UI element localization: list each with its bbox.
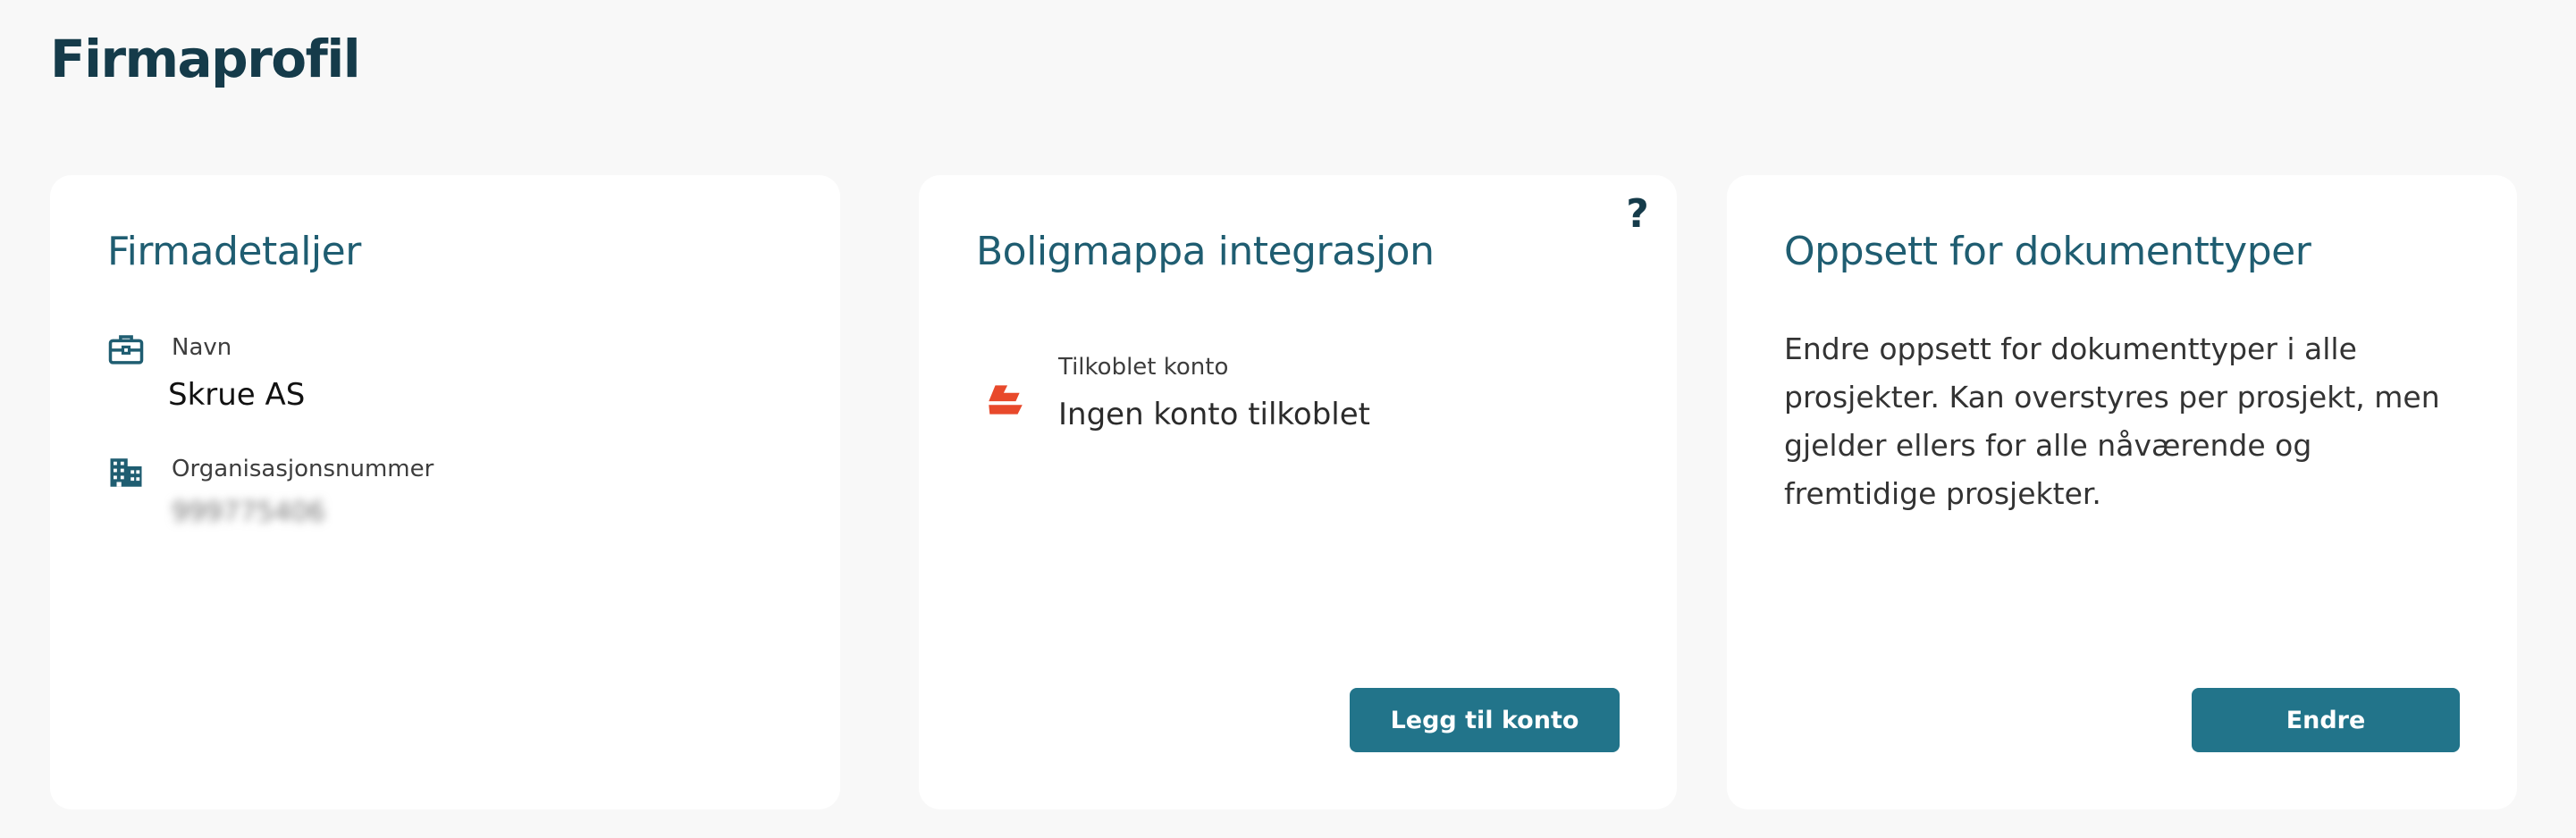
boligmappa-card: ? Boligmappa integrasjon Tilkoblet konto…: [919, 175, 1677, 809]
help-button[interactable]: ?: [1616, 188, 1659, 241]
company-details-title: Firmadetaljer: [107, 229, 361, 274]
add-account-button[interactable]: Legg til konto: [1350, 688, 1620, 752]
document-types-description: Endre oppsett for dokumenttyper i alle p…: [1784, 331, 2440, 511]
company-details-card: Firmadetaljer Navn Skrue AS Organisasjon…: [50, 175, 840, 809]
building-icon: [107, 454, 145, 491]
boligmappa-logo-icon: [983, 377, 1028, 422]
orgnr-value: 999775406: [172, 497, 325, 528]
edit-button[interactable]: Endre: [2192, 688, 2460, 752]
page-title: Firmaprofil: [50, 29, 361, 89]
document-types-title: Oppsett for dokumenttyper: [1784, 229, 2311, 274]
name-label: Navn: [172, 334, 232, 361]
orgnr-label: Organisasjonsnummer: [172, 456, 434, 482]
name-value: Skrue AS: [168, 377, 306, 413]
document-types-card: Oppsett for dokumenttyper Endre oppsett …: [1727, 175, 2517, 809]
account-label: Tilkoblet konto: [1058, 354, 1229, 381]
boligmappa-title: Boligmappa integrasjon: [976, 229, 1435, 274]
account-value: Ingen konto tilkoblet: [1058, 397, 1370, 432]
briefcase-icon: [107, 331, 145, 368]
